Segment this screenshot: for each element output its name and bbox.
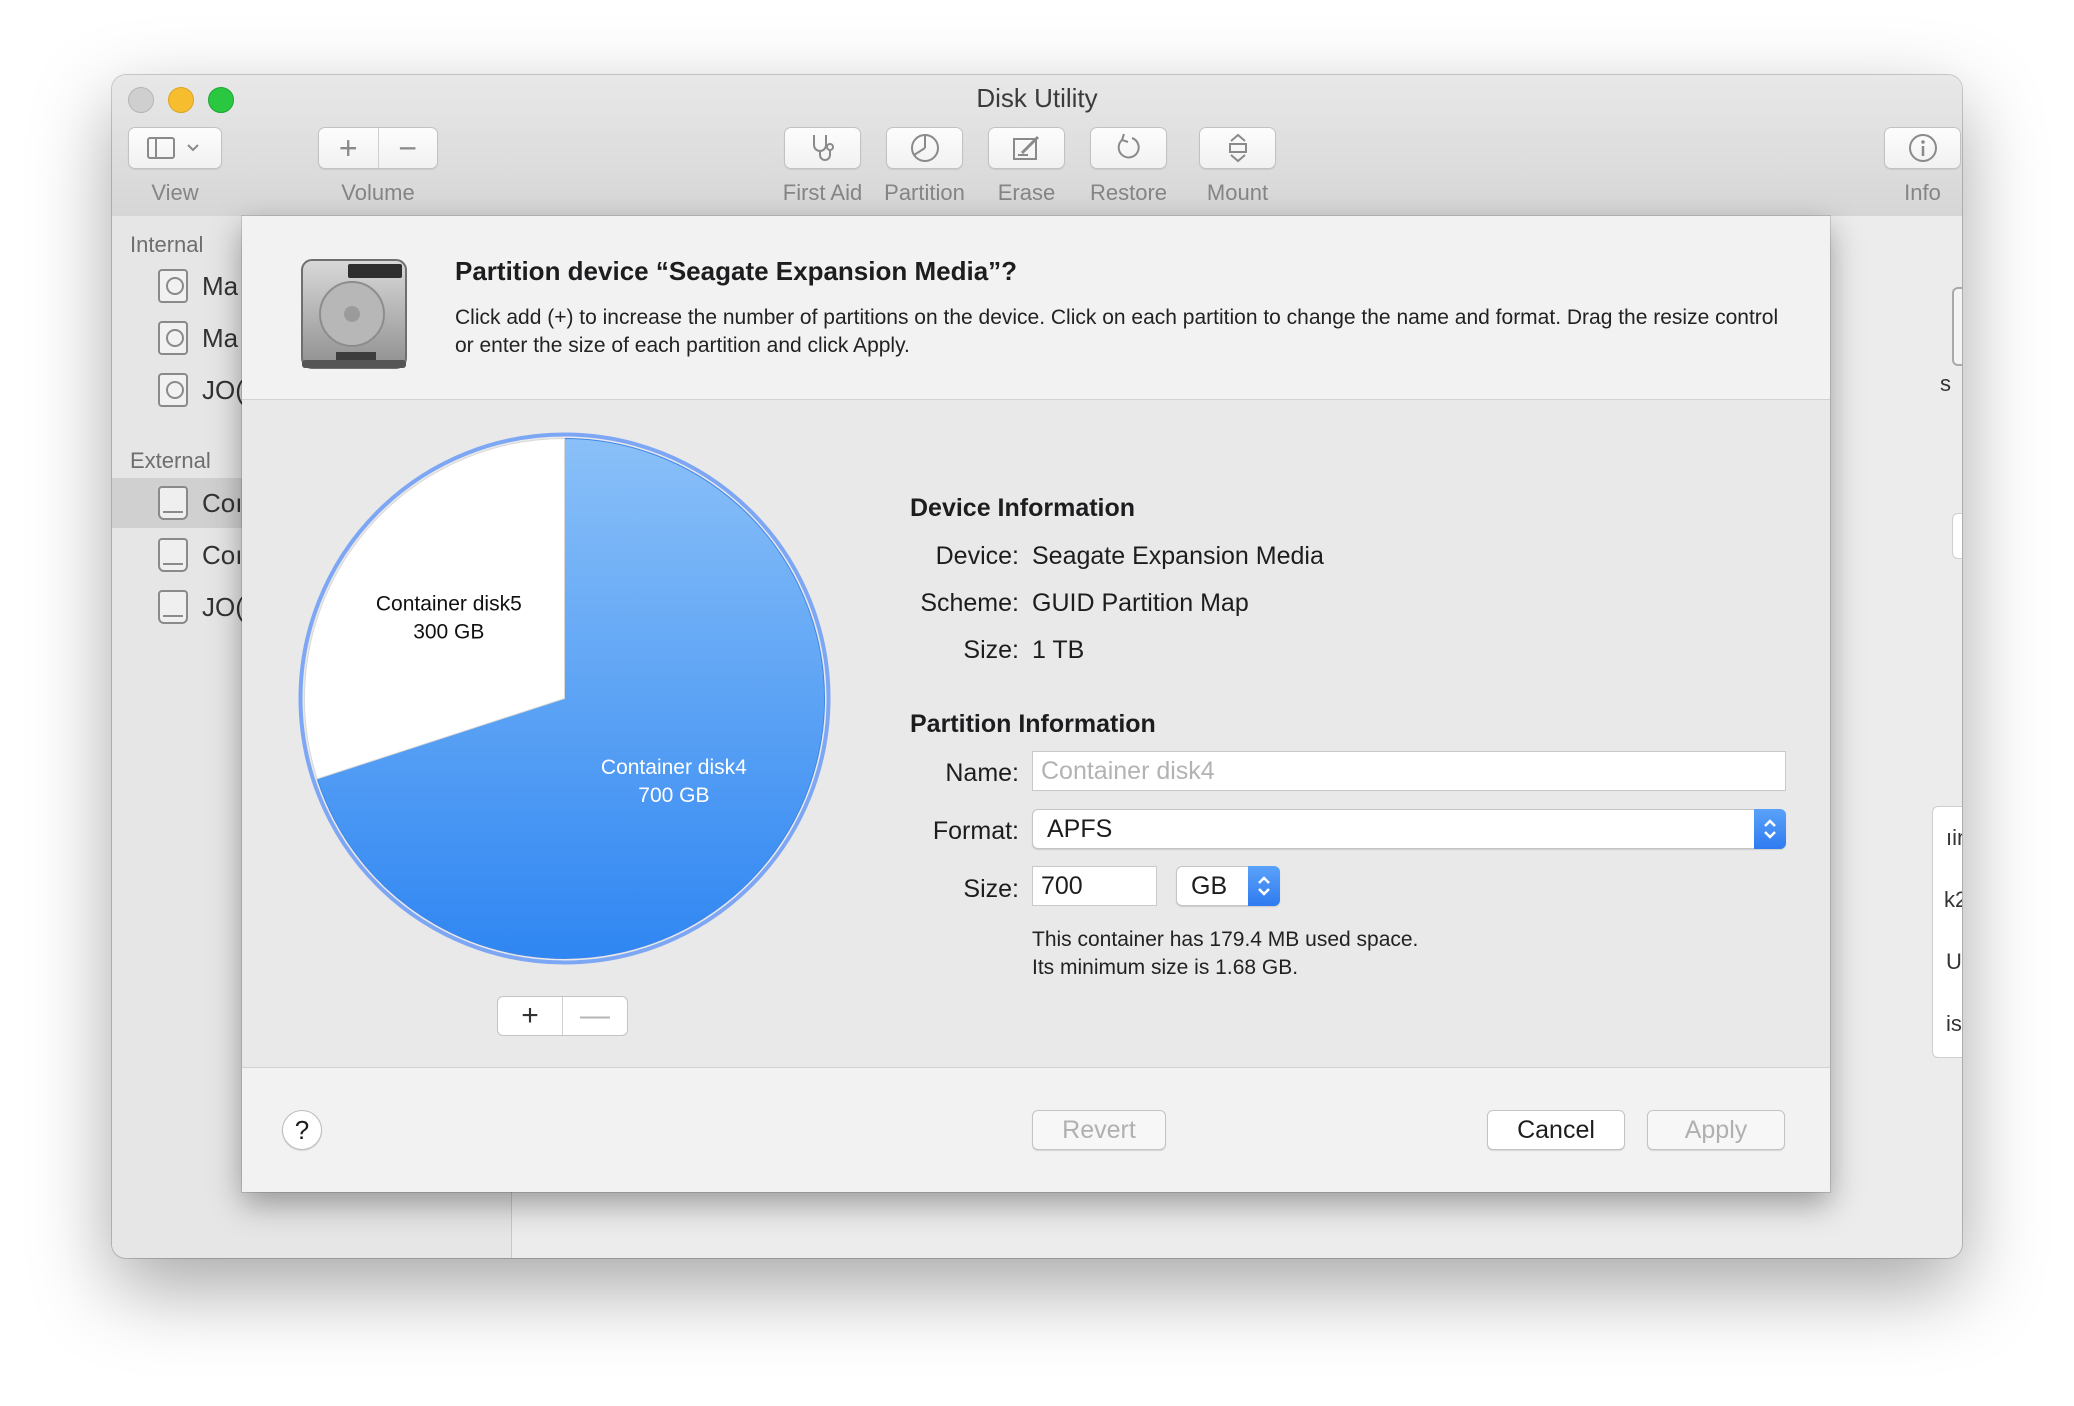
pie-label-size: 700 GB bbox=[638, 784, 709, 807]
erase-label: Erase bbox=[997, 180, 1056, 205]
mount-button[interactable] bbox=[1199, 127, 1276, 169]
external-disk-icon bbox=[158, 486, 188, 520]
pie-label-name: Container disk4 bbox=[601, 756, 747, 779]
background-fragment: USB bbox=[1946, 949, 1962, 974]
help-button[interactable]: ? bbox=[282, 1110, 322, 1150]
format-value: APFS bbox=[1047, 814, 1113, 843]
revert-button[interactable]: Revert bbox=[1032, 1110, 1166, 1150]
format-label: Format: bbox=[932, 817, 1019, 845]
volume-label: Volume bbox=[341, 180, 415, 205]
internal-disk-icon bbox=[158, 373, 188, 407]
sidebar-header-external: External bbox=[130, 448, 211, 473]
pie-label-name: Container disk5 bbox=[376, 592, 522, 615]
device-info-header: Device Information bbox=[910, 494, 1136, 522]
erase-button[interactable] bbox=[988, 127, 1065, 169]
cancel-button[interactable]: Cancel bbox=[1487, 1110, 1625, 1150]
size-unit-popup[interactable]: GB bbox=[1176, 866, 1280, 906]
scheme-label: Scheme: bbox=[920, 589, 1019, 617]
popup-stepper-icon bbox=[1754, 809, 1786, 849]
apply-button[interactable]: Apply bbox=[1647, 1110, 1785, 1150]
titlebar: Disk Utility View + − Volume First Aid P… bbox=[112, 75, 1962, 217]
erase-icon bbox=[1012, 135, 1039, 160]
partition-add-remove-control: + — bbox=[497, 996, 628, 1036]
view-label: View bbox=[151, 180, 199, 205]
background-fragment: s bbox=[1940, 371, 1951, 396]
popup-stepper-icon bbox=[1248, 866, 1280, 906]
partition-dialog: Partition device “Seagate Expansion Medi… bbox=[242, 216, 1830, 1192]
sidebar-item-label: Ma bbox=[202, 270, 239, 301]
sidebar-item-label: JO( bbox=[202, 374, 244, 405]
partition-pie-chart: Container disk5 300 GB Container disk4 7… bbox=[298, 432, 831, 965]
dialog-title: Partition device “Seagate Expansion Medi… bbox=[455, 256, 1018, 286]
restore-icon bbox=[1117, 133, 1140, 159]
stethoscope-icon bbox=[812, 135, 834, 161]
device-label: Device: bbox=[935, 542, 1019, 570]
dialog-header: Partition device “Seagate Expansion Medi… bbox=[242, 216, 1830, 400]
external-disk-icon bbox=[158, 590, 188, 624]
background-fragment: ıiner bbox=[1946, 825, 1962, 850]
first-aid-label: First Aid bbox=[782, 180, 863, 205]
sidebar-icon bbox=[147, 137, 199, 159]
view-button[interactable] bbox=[128, 127, 222, 169]
mount-icon bbox=[1228, 133, 1247, 163]
partition-name-field[interactable]: Container disk4 bbox=[1032, 751, 1786, 791]
size-label: Size: bbox=[963, 636, 1019, 664]
restore-label: Restore bbox=[1089, 180, 1168, 205]
internal-disk-icon bbox=[158, 321, 188, 355]
first-aid-button[interactable] bbox=[784, 127, 861, 169]
add-partition-button[interactable]: + bbox=[498, 997, 562, 1035]
add-volume-button[interactable]: + bbox=[319, 128, 378, 168]
format-popup[interactable]: APFS bbox=[1032, 809, 1786, 849]
external-disk-icon bbox=[158, 538, 188, 572]
name-label: Name: bbox=[945, 759, 1019, 787]
partition-size-field[interactable]: 700 bbox=[1032, 866, 1157, 906]
sidebar-header-internal: Internal bbox=[130, 232, 204, 257]
used-space-note: This container has 179.4 MB used space. bbox=[1032, 928, 1419, 951]
remove-volume-button[interactable]: − bbox=[377, 128, 438, 168]
background-fragment: k2s2 bbox=[1944, 887, 1962, 912]
pie-label-size: 300 GB bbox=[413, 620, 484, 643]
sidebar-item-label: Ma bbox=[202, 322, 239, 353]
info-label: Info bbox=[1904, 180, 1941, 205]
sidebar-item-label: JO( bbox=[202, 591, 244, 622]
background-panel bbox=[1952, 287, 1962, 366]
mount-label: Mount bbox=[1206, 180, 1269, 205]
sidebar-item-label: Coı bbox=[202, 539, 243, 570]
dialog-description: Click add (+) to increase the number of … bbox=[455, 306, 1779, 357]
minimum-size-note: Its minimum size is 1.68 GB. bbox=[1032, 956, 1299, 979]
sidebar-item-label: Coı bbox=[202, 487, 243, 518]
window-title: Disk Utility bbox=[976, 83, 1098, 113]
partition-info-header: Partition Information bbox=[910, 710, 1156, 738]
info-icon bbox=[1908, 134, 1937, 162]
partition-icon bbox=[910, 134, 939, 162]
restore-button[interactable] bbox=[1090, 127, 1167, 169]
partition-button[interactable] bbox=[886, 127, 963, 169]
device-value: Seagate Expansion Media bbox=[1032, 542, 1324, 570]
scheme-value: GUID Partition Map bbox=[1032, 589, 1249, 617]
background-fragment: isk4 bbox=[1946, 1011, 1962, 1036]
remove-partition-button[interactable]: — bbox=[562, 997, 627, 1035]
internal-disk-icon bbox=[158, 269, 188, 303]
background-field bbox=[1952, 513, 1962, 559]
partition-label: Partition bbox=[884, 180, 965, 205]
hard-drive-icon bbox=[301, 259, 407, 369]
partition-size-label: Size: bbox=[963, 875, 1019, 903]
info-button[interactable] bbox=[1884, 127, 1961, 169]
size-unit-value: GB bbox=[1191, 871, 1228, 900]
volume-segmented-control: + − bbox=[318, 127, 438, 169]
dialog-footer: ? Revert Cancel Apply bbox=[242, 1067, 1830, 1192]
size-value: 1 TB bbox=[1032, 636, 1085, 664]
